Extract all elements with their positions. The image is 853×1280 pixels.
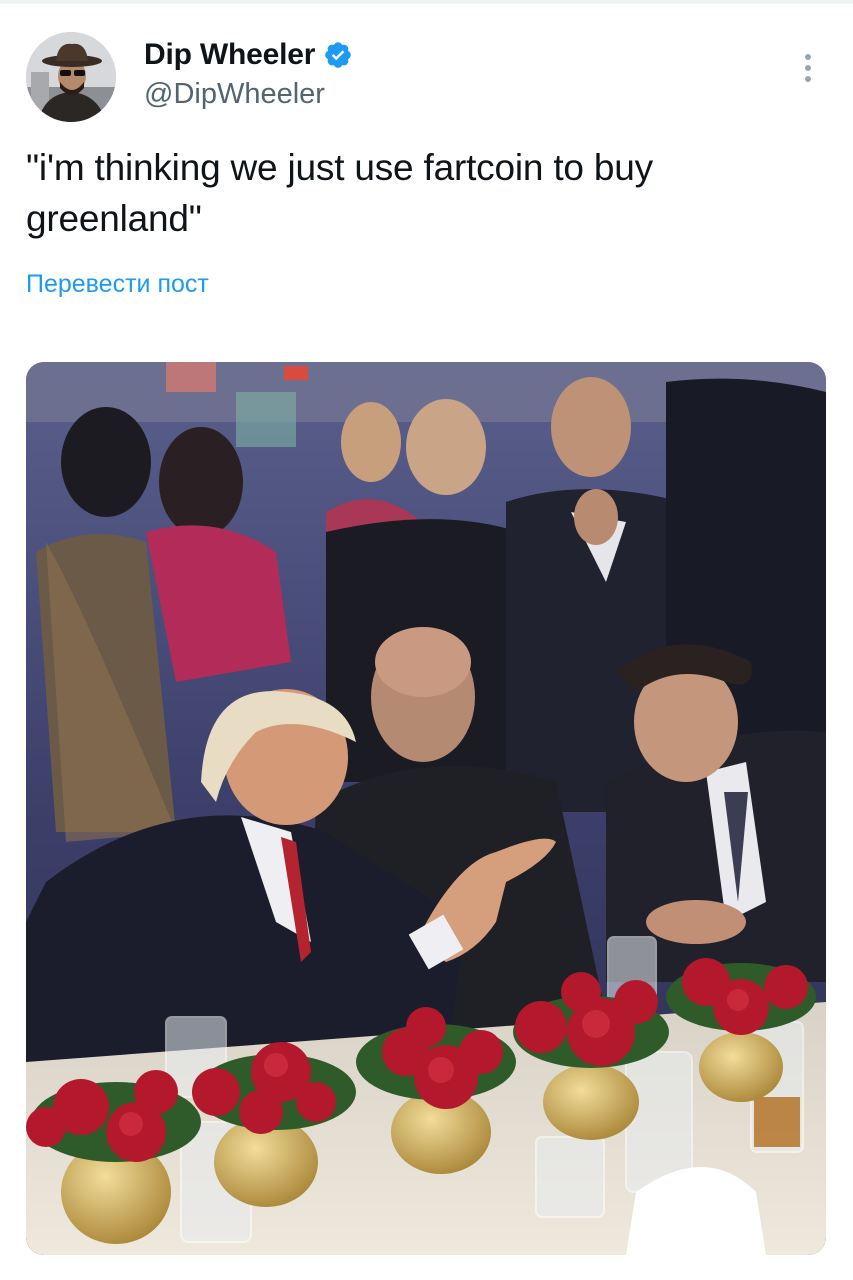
avatar-image	[26, 32, 116, 122]
author-name-row[interactable]: Dip Wheeler	[144, 36, 353, 74]
photo-banquet-scene	[26, 362, 826, 1255]
author-handle[interactable]: @DipWheeler	[144, 76, 325, 112]
more-vertical-icon[interactable]	[796, 50, 820, 86]
translate-post-link[interactable]: Перевести пост	[26, 268, 209, 300]
tweet-photo[interactable]	[26, 362, 826, 1255]
tweet-text: "i'm thinking we just use fartcoin to bu…	[26, 147, 653, 239]
top-divider	[0, 0, 853, 4]
avatar[interactable]	[26, 32, 116, 122]
verified-badge-icon	[323, 40, 353, 70]
author-display-name[interactable]: Dip Wheeler	[144, 36, 315, 74]
